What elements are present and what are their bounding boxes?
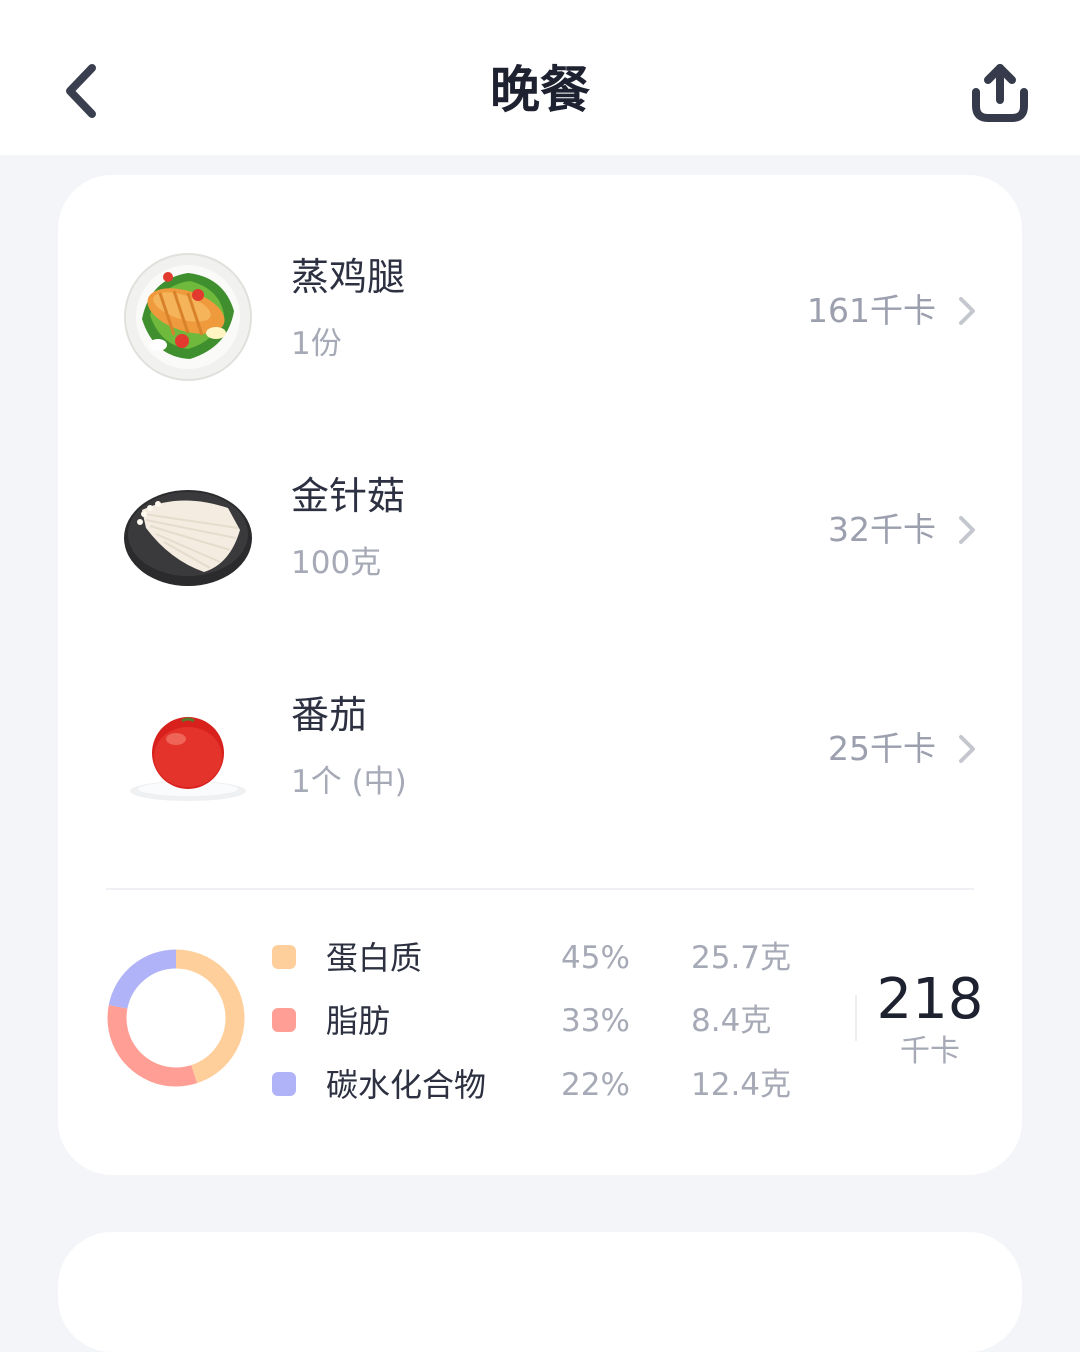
food-portion: 1个 (中)	[291, 764, 407, 800]
nutrient-name: 脂肪	[326, 1002, 391, 1040]
food-calories: 32千卡	[828, 510, 936, 549]
carbs-legend-swatch	[272, 1072, 296, 1096]
total-calories-unit: 千卡	[900, 1034, 960, 1069]
food-item-tomato[interactable]: 番茄 1个 (中) 25千卡	[58, 687, 1022, 887]
food-calories: 25千卡	[828, 729, 936, 768]
nutrient-amount: 25.7克	[691, 940, 792, 976]
divider	[106, 888, 974, 890]
nutrient-percent: 45%	[561, 940, 630, 976]
chevron-right-icon	[959, 735, 975, 763]
nav-bar: 晚餐	[0, 0, 1080, 155]
nutrient-name: 碳水化合物	[326, 1066, 487, 1104]
enoki-mushroom-image	[124, 490, 252, 586]
food-item-enoki[interactable]: 金针菇 100克 32千卡	[58, 468, 1022, 668]
food-item-chicken-leg[interactable]: 蒸鸡腿 1份 161千卡	[58, 249, 1022, 449]
food-portion: 1份	[291, 326, 342, 362]
share-upload-icon[interactable]	[962, 58, 1038, 128]
fat-legend-swatch	[272, 1008, 296, 1032]
tomato-image	[130, 717, 246, 801]
page-title: 晚餐	[490, 61, 590, 119]
food-name: 番茄	[291, 693, 368, 737]
chevron-right-icon	[959, 516, 975, 544]
nutrient-percent: 22%	[561, 1067, 630, 1103]
food-name: 金针菇	[291, 474, 406, 518]
nutrient-percent: 33%	[561, 1003, 630, 1039]
food-calories: 161千卡	[807, 291, 936, 330]
nutrient-name: 蛋白质	[326, 939, 423, 977]
food-portion: 100克	[291, 545, 382, 581]
nutrient-amount: 8.4克	[691, 1003, 772, 1039]
chevron-right-icon	[959, 297, 975, 325]
vertical-separator	[855, 995, 857, 1041]
meal-card: 蒸鸡腿 1份 161千卡 金针菇 100克 32千卡 番茄 1个 (中) 25千…	[58, 175, 1022, 1175]
food-name: 蒸鸡腿	[291, 255, 406, 299]
total-calories-value: 218	[876, 967, 984, 1032]
steamed-chicken-leg-image	[124, 253, 252, 381]
nutrient-amount: 12.4克	[691, 1067, 792, 1103]
next-card	[58, 1232, 1022, 1352]
protein-legend-swatch	[272, 945, 296, 969]
